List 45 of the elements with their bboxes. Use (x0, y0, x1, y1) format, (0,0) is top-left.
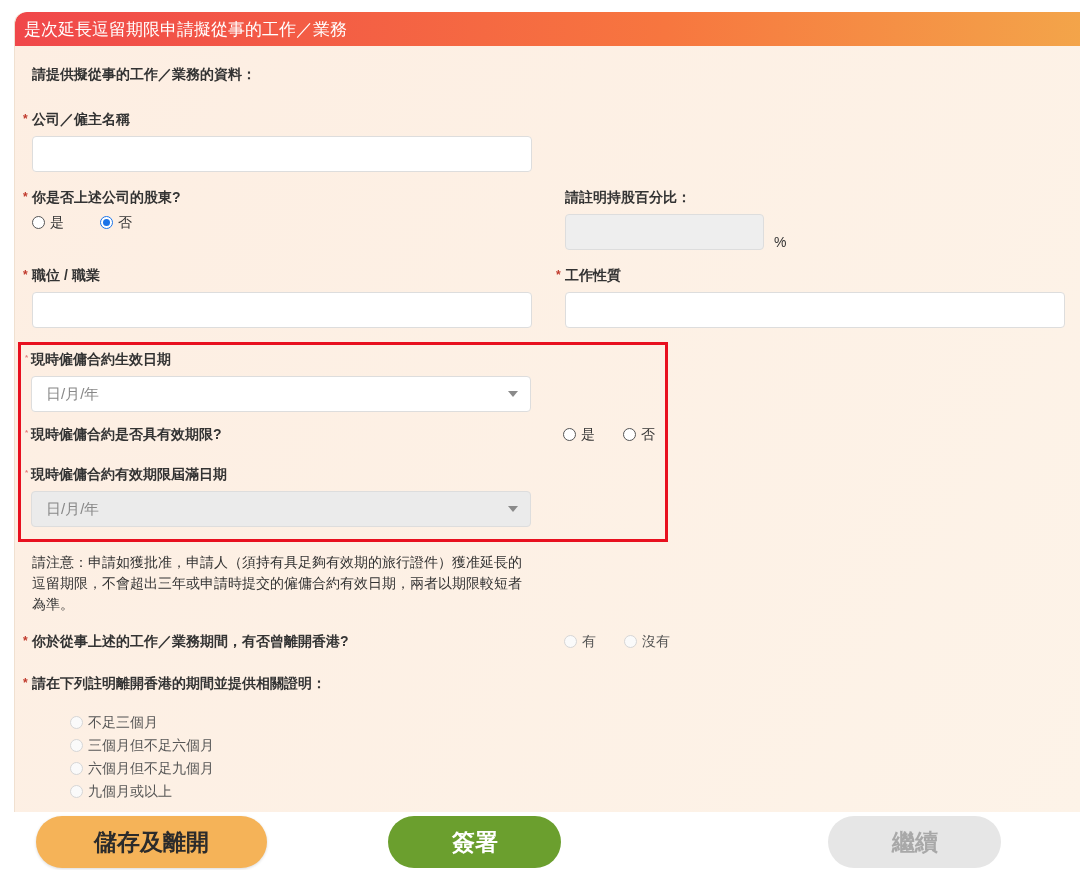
radio-label: 不足三個月 (88, 714, 158, 731)
field-label: 你是否上述公司的股東? (32, 189, 181, 205)
radio-button[interactable] (623, 428, 636, 441)
required-mark: * (23, 267, 28, 283)
radio-label: 是 (50, 214, 64, 231)
text-field[interactable] (32, 136, 532, 172)
radio-label: 六個月但不足九個月 (88, 760, 214, 777)
required-mark: * (556, 267, 561, 283)
radio-label: 否 (118, 214, 132, 231)
radio-label: 沒有 (642, 633, 670, 650)
caret-icon (508, 506, 518, 512)
required-mark: * (25, 427, 29, 439)
section-header: 是次延長逗留期限申請擬從事的工作／業務 (15, 12, 1080, 46)
radio-button[interactable] (32, 216, 45, 229)
required-mark: * (23, 189, 28, 205)
field-label: 現時僱傭合約是否具有效期限? (31, 426, 222, 442)
radio-button[interactable] (100, 216, 113, 229)
radio-label: 是 (581, 426, 595, 443)
required-mark: * (23, 633, 28, 649)
field-label: 公司／僱主名稱 (32, 111, 130, 127)
radio-label: 九個月或以上 (88, 783, 172, 800)
intro-text: 請提供擬從事的工作／業務的資料： (32, 66, 257, 82)
field-label: 你於從事上述的工作／業務期間，有否曾離開香港? (32, 633, 349, 649)
date-dropdown[interactable]: 日/月/年 (31, 376, 531, 412)
unit-label: % (774, 234, 787, 250)
field-label: 請註明持股百分比： (565, 189, 691, 205)
radio-label: 有 (582, 633, 596, 650)
field-label: 現時僱傭合約有效期限屆滿日期 (31, 466, 227, 482)
required-mark: * (25, 352, 29, 364)
field-label: 工作性質 (565, 267, 621, 283)
required-mark: * (25, 467, 29, 479)
primary-button[interactable]: 簽署 (388, 816, 561, 868)
text-field[interactable] (32, 292, 532, 328)
radio-label: 否 (641, 426, 655, 443)
note-text: 請注意：申請如獲批准，申請人（須持有具足夠有效期的旅行證件）獲准延長的逗留期限，不會超出三年或申請時提交的僱傭合約有效日期，兩者以期限較短者為準。 (32, 553, 523, 614)
text-field[interactable] (565, 292, 1065, 328)
field-label: 現時僱傭合約生效日期 (31, 351, 171, 367)
radio-label: 三個月但不足六個月 (88, 737, 214, 754)
required-mark: * (23, 675, 28, 691)
secondary-button[interactable]: 儲存及離開 (36, 816, 267, 868)
caret-icon (508, 391, 518, 397)
required-mark: * (23, 111, 28, 127)
field-label: 職位 / 職業 (32, 267, 100, 283)
field-label: 請在下列註明離開香港的期間並提供相關證明： (32, 675, 326, 691)
radio-button[interactable] (563, 428, 576, 441)
